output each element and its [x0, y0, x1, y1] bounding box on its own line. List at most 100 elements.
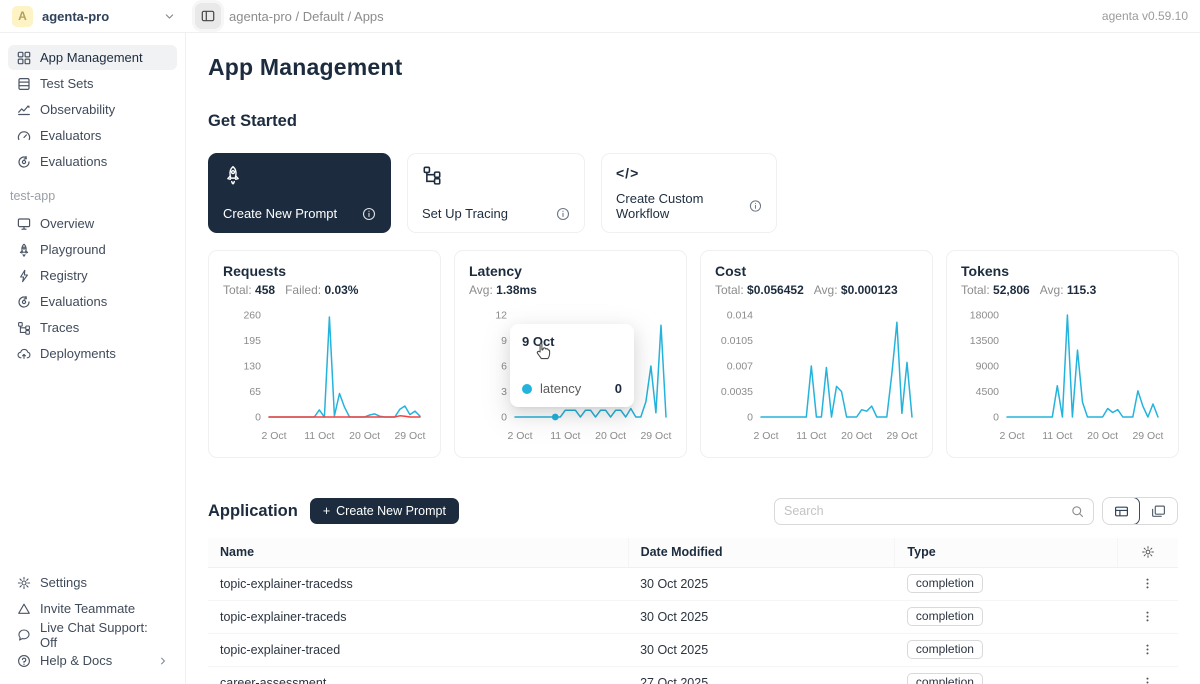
search-input[interactable] — [784, 504, 1071, 518]
svg-text:11 Oct: 11 Oct — [304, 430, 334, 442]
cost-line-chart: 0.0140.01050.0070.003502 Oct11 Oct20 Oct… — [715, 303, 918, 451]
create-custom-workflow-card[interactable]: </> Create Custom Workflow — [601, 153, 777, 233]
svg-text:20 Oct: 20 Oct — [1087, 430, 1118, 442]
search-icon[interactable] — [1071, 505, 1084, 518]
info-icon[interactable] — [556, 207, 570, 221]
row-menu-icon[interactable] — [1129, 676, 1166, 684]
cost-chart-card[interactable]: Cost Total: $0.056452Avg: $0.000123 0.01… — [700, 250, 933, 458]
sidebar-item-label: Overview — [40, 216, 94, 231]
create-new-prompt-card[interactable]: Create New Prompt — [208, 153, 391, 233]
search-box[interactable] — [774, 498, 1094, 525]
sidebar-item-label: Observability — [40, 102, 115, 117]
sidebar: App Management Test Sets Observability E… — [0, 33, 186, 684]
type-badge: completion — [907, 574, 983, 593]
sidebar-item-evaluators[interactable]: Evaluators — [8, 123, 177, 148]
table-row[interactable]: topic-explainer-traced 30 Oct 2025 compl… — [208, 633, 1178, 666]
svg-text:29 Oct: 29 Oct — [640, 430, 671, 442]
table-row[interactable]: topic-explainer-traceds 30 Oct 2025 comp… — [208, 600, 1178, 633]
sidebar-item-playground[interactable]: Playground — [8, 237, 177, 262]
svg-text:3: 3 — [501, 386, 507, 398]
app-name[interactable]: topic-explainer-tracedss — [208, 567, 628, 600]
sidebar-item-label: Help & Docs — [40, 653, 112, 668]
column-header-type[interactable]: Type — [895, 538, 1117, 567]
tokens-line-chart: 18000135009000450002 Oct11 Oct20 Oct29 O… — [961, 303, 1164, 451]
row-menu-icon[interactable] — [1129, 610, 1166, 623]
svg-text:6: 6 — [501, 361, 507, 373]
evaluation-icon — [17, 155, 31, 169]
series-dot-icon — [522, 384, 532, 394]
app-date: 30 Oct 2025 — [628, 600, 895, 633]
sidebar-item-test-sets[interactable]: Test Sets — [8, 71, 177, 96]
type-badge: completion — [907, 607, 983, 626]
table-row[interactable]: career-assessment 27 Oct 2025 completion — [208, 666, 1178, 684]
column-header-name[interactable]: Name — [208, 538, 628, 567]
bolt-icon — [17, 269, 31, 283]
sidebar-item-settings[interactable]: Settings — [8, 570, 177, 595]
sidebar-item-observability[interactable]: Observability — [8, 97, 177, 122]
sidebar-item-overview[interactable]: Overview — [8, 211, 177, 236]
table-header-row: Name Date Modified Type — [208, 538, 1178, 567]
svg-text:0.007: 0.007 — [727, 361, 753, 373]
sidebar-item-label: Evaluations — [40, 294, 107, 309]
svg-text:11 Oct: 11 Oct — [796, 430, 826, 442]
sidebar-item-traces[interactable]: Traces — [8, 315, 177, 340]
breadcrumb[interactable]: agenta-pro / Default / Apps — [229, 9, 384, 24]
svg-text:9: 9 — [501, 335, 507, 347]
sidebar-collapse-button[interactable] — [195, 3, 221, 29]
svg-text:29 Oct: 29 Oct — [394, 430, 425, 442]
table-view-button[interactable] — [1102, 497, 1140, 525]
svg-text:20 Oct: 20 Oct — [841, 430, 872, 442]
code-icon: </> — [616, 165, 762, 181]
svg-text:13500: 13500 — [970, 335, 999, 347]
table-settings-gear-icon[interactable] — [1130, 545, 1166, 559]
type-badge: completion — [907, 673, 983, 684]
button-label: Create New Prompt — [336, 504, 446, 518]
sidebar-item-invite-teammate[interactable]: Invite Teammate — [8, 596, 177, 621]
sidebar-item-label: Playground — [40, 242, 106, 257]
sidebar-item-evaluations[interactable]: Evaluations — [8, 149, 177, 174]
sidebar-item-registry[interactable]: Registry — [8, 263, 177, 288]
sidebar-item-label: Invite Teammate — [40, 601, 135, 616]
sidebar-item-deployments[interactable]: Deployments — [8, 341, 177, 366]
svg-text:195: 195 — [243, 335, 261, 347]
table-row[interactable]: topic-explainer-tracedss 30 Oct 2025 com… — [208, 567, 1178, 600]
apps-table: Name Date Modified Type topic-explainer-… — [208, 538, 1178, 684]
gear-icon — [17, 576, 31, 590]
workspace-selector[interactable]: A agenta-pro — [12, 6, 185, 27]
sidebar-item-app-management[interactable]: App Management — [8, 45, 177, 70]
requests-chart-card[interactable]: Requests Total: 458Failed: 0.03% 2601951… — [208, 250, 441, 458]
requests-line-chart: 2601951306502 Oct11 Oct20 Oct29 Oct — [223, 303, 426, 451]
sidebar-item-label: App Management — [40, 50, 143, 65]
sidebar-item-label: Traces — [40, 320, 79, 335]
info-icon[interactable] — [749, 199, 762, 213]
question-icon — [17, 654, 31, 668]
row-menu-icon[interactable] — [1129, 577, 1166, 590]
app-name[interactable]: topic-explainer-traceds — [208, 600, 628, 633]
svg-text:0: 0 — [501, 412, 507, 424]
chart-tooltip: 9 Oct latency 0 — [510, 324, 634, 407]
app-name[interactable]: topic-explainer-traced — [208, 633, 628, 666]
triangle-icon — [17, 602, 31, 616]
create-new-prompt-button[interactable]: + Create New Prompt — [310, 498, 459, 524]
card-view-button[interactable] — [1139, 498, 1177, 524]
info-icon[interactable] — [362, 207, 376, 221]
sidebar-item-help-docs[interactable]: Help & Docs — [8, 648, 177, 673]
set-up-tracing-card[interactable]: Set Up Tracing — [407, 153, 585, 233]
column-header-date-modified[interactable]: Date Modified — [628, 538, 895, 567]
app-name[interactable]: career-assessment — [208, 666, 628, 684]
tokens-chart-card[interactable]: Tokens Total: 52,806Avg: 115.3 180001350… — [946, 250, 1179, 458]
chat-icon — [17, 628, 31, 642]
svg-text:20 Oct: 20 Oct — [595, 430, 626, 442]
sidebar-item-label: Settings — [40, 575, 87, 590]
svg-text:0.0105: 0.0105 — [721, 335, 753, 347]
gauge-icon — [17, 129, 31, 143]
svg-text:9000: 9000 — [976, 361, 1000, 373]
get-started-heading: Get Started — [208, 112, 1178, 131]
sidebar-item-live-chat[interactable]: Live Chat Support: Off — [8, 622, 177, 647]
svg-text:2 Oct: 2 Oct — [753, 430, 778, 442]
row-menu-icon[interactable] — [1129, 643, 1166, 656]
type-badge: completion — [907, 640, 983, 659]
sidebar-item-evaluations-app[interactable]: Evaluations — [8, 289, 177, 314]
svg-text:18000: 18000 — [970, 310, 999, 322]
svg-text:20 Oct: 20 Oct — [349, 430, 380, 442]
